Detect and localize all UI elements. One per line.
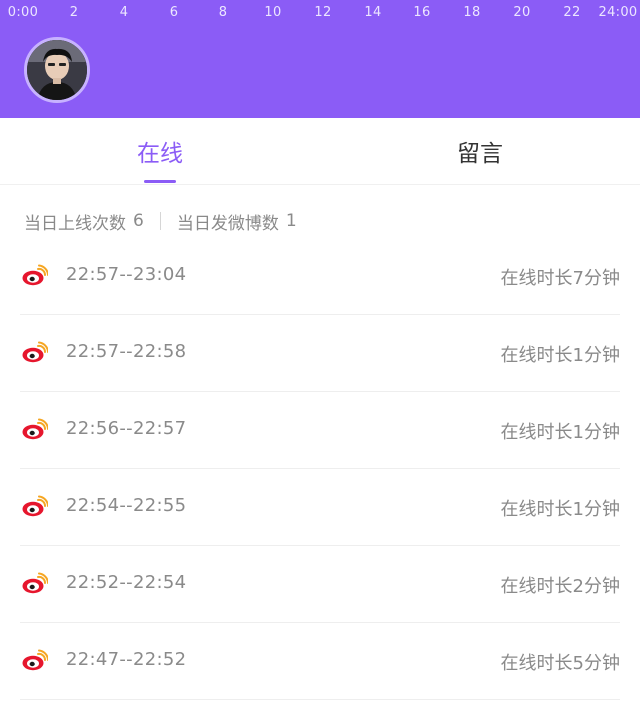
avatar[interactable] [24, 37, 90, 103]
timeline-tick: 20 [513, 5, 531, 20]
session-time-range: 22:56--22:57 [66, 418, 187, 439]
tab-messages[interactable]: 留言 [320, 118, 640, 184]
session-time-range: 22:47--22:52 [66, 649, 187, 670]
session-time-range: 22:54--22:55 [66, 495, 187, 516]
profile-header: 0:00 2 4 6 8 10 12 14 16 18 20 22 24:00 [0, 0, 640, 118]
timeline-tick: 8 [218, 5, 228, 20]
active-tab-indicator [144, 180, 176, 183]
timeline-tick: 16 [413, 5, 431, 20]
timeline-tick: 0:00 [7, 5, 39, 20]
posts-count: 1 [285, 211, 297, 231]
session-list: 22:57--23:04 在线时长7分钟 22:57--22:58 在线时长1分… [0, 238, 640, 700]
weibo-icon [22, 341, 48, 363]
posts-label: 当日发微博数 [176, 213, 279, 234]
timeline-tick: 24:00 [598, 5, 638, 20]
tab-bar: 在线 留言 [0, 118, 640, 185]
session-duration: 在线时长1分钟 [500, 422, 620, 443]
session-duration: 在线时长1分钟 [500, 499, 620, 520]
session-time-range: 22:52--22:54 [66, 572, 187, 593]
session-row: 22:54--22:55 在线时长1分钟 [20, 469, 620, 546]
timeline-tick: 14 [364, 5, 382, 20]
weibo-icon [22, 495, 48, 517]
logins-count: 6 [133, 211, 144, 231]
timeline-axis: 0:00 2 4 6 8 10 12 14 16 18 20 22 24:00 [0, 5, 640, 25]
weibo-icon [22, 649, 48, 671]
session-row: 22:57--22:58 在线时长1分钟 [20, 315, 620, 392]
summary-divider [159, 212, 161, 230]
logins-label: 当日上线次数 [24, 213, 126, 234]
timeline-tick: 10 [264, 5, 282, 20]
session-duration: 在线时长2分钟 [500, 576, 620, 597]
timeline-tick: 4 [119, 5, 129, 20]
session-row: 22:56--22:57 在线时长1分钟 [20, 392, 620, 469]
session-row: 22:57--23:04 在线时长7分钟 [20, 238, 620, 315]
session-duration: 在线时长7分钟 [500, 268, 620, 289]
session-time-range: 22:57--23:04 [66, 264, 187, 285]
timeline-tick: 18 [463, 5, 481, 20]
weibo-icon [22, 572, 48, 594]
tab-online-label: 在线 [137, 141, 183, 167]
weibo-icon [22, 418, 48, 440]
timeline-tick: 2 [69, 5, 79, 20]
session-duration: 在线时长5分钟 [500, 653, 620, 674]
session-duration: 在线时长1分钟 [500, 345, 620, 366]
session-row: 22:47--22:52 在线时长5分钟 [20, 623, 620, 700]
session-time-range: 22:57--22:58 [66, 341, 187, 362]
timeline-tick: 6 [169, 5, 179, 20]
tab-messages-label: 留言 [457, 141, 503, 167]
session-row: 22:52--22:54 在线时长2分钟 [20, 546, 620, 623]
avatar-image [27, 40, 87, 100]
daily-summary: 当日上线次数 6 当日发微博数 1 [24, 209, 297, 234]
weibo-icon [22, 264, 48, 286]
timeline-tick: 22 [563, 5, 581, 20]
tab-online[interactable]: 在线 [0, 118, 320, 184]
timeline-tick: 12 [314, 5, 332, 20]
